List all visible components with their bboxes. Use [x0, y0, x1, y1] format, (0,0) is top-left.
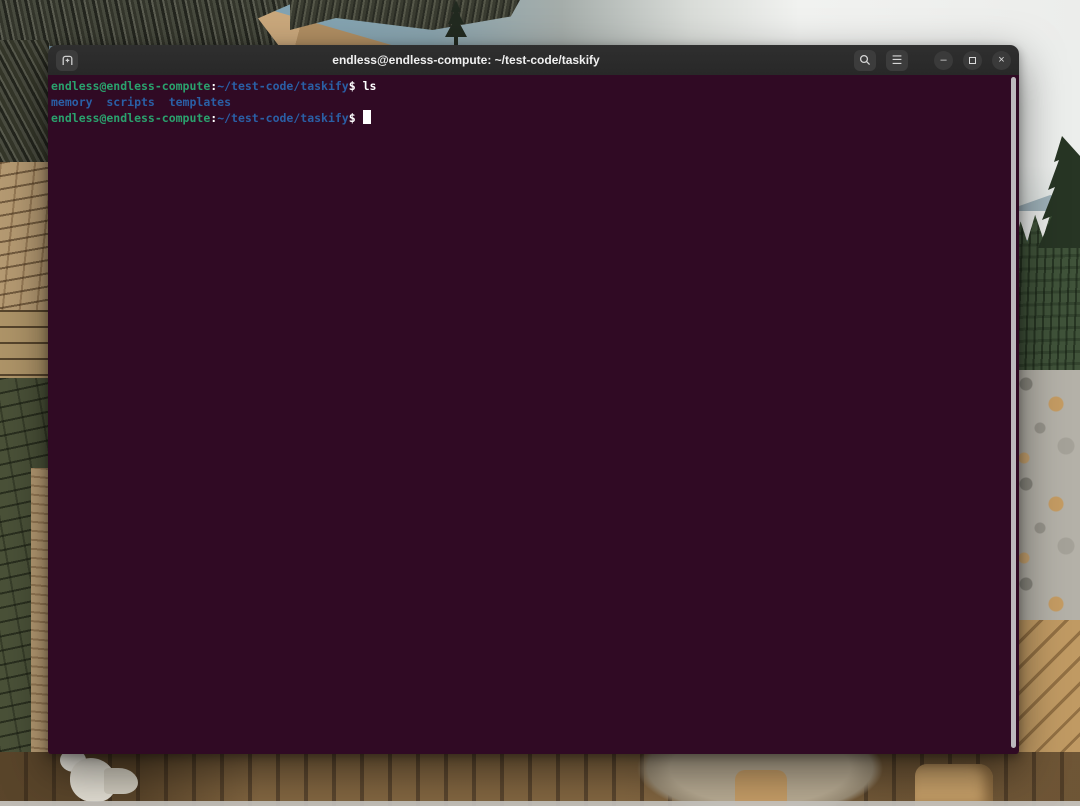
wallpaper-pine-tree [438, 0, 474, 46]
wallpaper-left-shingles [0, 162, 49, 310]
prompt-path: ~/test-code/taskify [217, 79, 349, 93]
terminal-scrollbar[interactable] [1011, 77, 1016, 748]
minimize-button[interactable]: – [934, 51, 953, 70]
terminal-line-prompt-current: endless@endless-compute:~/test-code/task… [51, 110, 1016, 127]
prompt-user-host: endless@endless-compute [51, 79, 210, 93]
menu-button[interactable]: ☰ [886, 50, 908, 71]
titlebar-controls: ☰ – × [854, 50, 1011, 71]
prompt-user-host: endless@endless-compute [51, 111, 210, 125]
wallpaper-wood-block [915, 764, 993, 806]
terminal-line-ls-output: memory scripts templates [51, 95, 1016, 111]
terminal-line-prompt-ls: endless@endless-compute:~/test-code/task… [51, 79, 1016, 95]
wallpaper-left-vertical-beam [31, 468, 49, 756]
terminal-window: endless@endless-compute: ~/test-code/tas… [48, 45, 1019, 754]
new-tab-icon [61, 54, 74, 67]
terminal-cursor [363, 110, 371, 124]
wallpaper-rock-scree [1014, 370, 1080, 620]
terminal-body[interactable]: endless@endless-compute:~/test-code/task… [48, 75, 1019, 754]
wallpaper-bottom-edge [0, 801, 1080, 806]
ls-directories: memory scripts templates [51, 95, 231, 109]
hamburger-menu-icon: ☰ [892, 53, 903, 67]
prompt-dollar: $ [349, 79, 363, 93]
search-icon [859, 54, 871, 66]
prompt-dollar: $ [349, 111, 363, 125]
prompt-path: ~/test-code/taskify [217, 111, 349, 125]
titlebar[interactable]: endless@endless-compute: ~/test-code/tas… [48, 45, 1019, 75]
new-tab-button[interactable] [56, 50, 78, 71]
wallpaper-tall-pine [1032, 136, 1080, 266]
wallpaper-left-structure [0, 40, 49, 756]
wallpaper-wood-structure [1014, 620, 1080, 756]
search-button[interactable] [854, 50, 876, 71]
wallpaper-left-twigs [0, 40, 49, 162]
wallpaper-left-beams [0, 310, 49, 378]
close-icon: × [998, 55, 1004, 66]
maximize-button[interactable] [963, 51, 982, 70]
wallpaper-white-driftwood [52, 750, 140, 806]
command-text: ls [363, 79, 377, 93]
close-button[interactable]: × [992, 51, 1011, 70]
minimize-icon: – [940, 55, 946, 66]
window-title: endless@endless-compute: ~/test-code/tas… [86, 53, 846, 67]
wallpaper-right-landscape [1014, 40, 1080, 756]
maximize-icon [969, 57, 976, 64]
